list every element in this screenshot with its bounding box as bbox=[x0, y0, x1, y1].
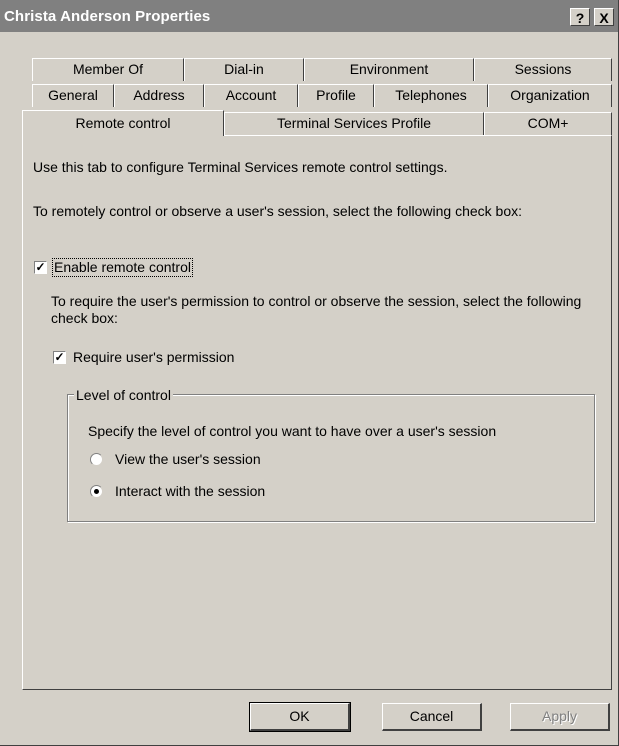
level-description: Specify the level of control you want to… bbox=[88, 423, 497, 439]
require-permission-text: Require user's permission bbox=[73, 349, 235, 365]
cancel-button[interactable]: Cancel bbox=[382, 703, 482, 731]
tab-remote-control-label: Remote control bbox=[75, 115, 171, 131]
require-permission-checkbox[interactable]: ✓ bbox=[53, 351, 66, 364]
tab-organization[interactable]: Organization bbox=[488, 84, 612, 107]
title-bar[interactable]: Christa Anderson Properties ? X bbox=[0, 0, 618, 32]
tab-account[interactable]: Account bbox=[204, 84, 298, 107]
apply-button[interactable]: Apply bbox=[510, 703, 610, 731]
tab-sessions[interactable]: Sessions bbox=[474, 58, 612, 81]
remote-control-panel: Use this tab to configure Terminal Servi… bbox=[22, 135, 612, 690]
require-permission-label[interactable]: Require user's permission bbox=[73, 349, 234, 366]
enable-remote-control-checkbox[interactable]: ✓ bbox=[34, 261, 47, 274]
intro-text: Use this tab to configure Terminal Servi… bbox=[33, 159, 448, 175]
close-button[interactable]: X bbox=[594, 8, 614, 26]
tab-general[interactable]: General bbox=[32, 84, 114, 107]
view-session-radio[interactable] bbox=[90, 453, 103, 466]
tab-address[interactable]: Address bbox=[114, 84, 204, 107]
interact-session-label[interactable]: Interact with the session bbox=[115, 483, 265, 500]
interact-session-radio[interactable] bbox=[90, 485, 103, 498]
tab-com-plus[interactable]: COM+ bbox=[484, 112, 612, 135]
tab-telephones[interactable]: Telephones bbox=[374, 84, 488, 107]
enable-remote-control-label[interactable]: Enable remote control bbox=[52, 258, 193, 277]
tab-terminal-services-profile[interactable]: Terminal Services Profile bbox=[224, 112, 484, 135]
tab-member-of[interactable]: Member Of bbox=[32, 58, 184, 81]
instruction-text: To remotely control or observe a user's … bbox=[33, 203, 523, 219]
permission-instruction-text: To require the user's permission to cont… bbox=[51, 293, 582, 326]
interact-session-text: Interact with the session bbox=[115, 483, 266, 499]
tab-environment[interactable]: Environment bbox=[304, 58, 474, 81]
close-icon: X bbox=[599, 10, 609, 26]
level-of-control-legend: Level of control bbox=[74, 387, 173, 404]
view-session-label[interactable]: View the user's session bbox=[115, 451, 261, 468]
help-icon: ? bbox=[575, 10, 585, 26]
view-session-text: View the user's session bbox=[115, 451, 261, 467]
help-button[interactable]: ? bbox=[570, 8, 590, 26]
properties-dialog: Christa Anderson Properties ? X Member O… bbox=[0, 0, 619, 746]
apply-button-label: Apply bbox=[541, 708, 578, 724]
ok-button[interactable]: OK bbox=[249, 702, 351, 732]
tab-dial-in[interactable]: Dial-in bbox=[184, 58, 304, 81]
tab-remote-control[interactable]: Remote control bbox=[22, 110, 224, 136]
tab-profile[interactable]: Profile bbox=[298, 84, 374, 107]
window-title: Christa Anderson Properties bbox=[4, 8, 211, 25]
enable-remote-control-text: Enable remote control bbox=[54, 259, 191, 275]
